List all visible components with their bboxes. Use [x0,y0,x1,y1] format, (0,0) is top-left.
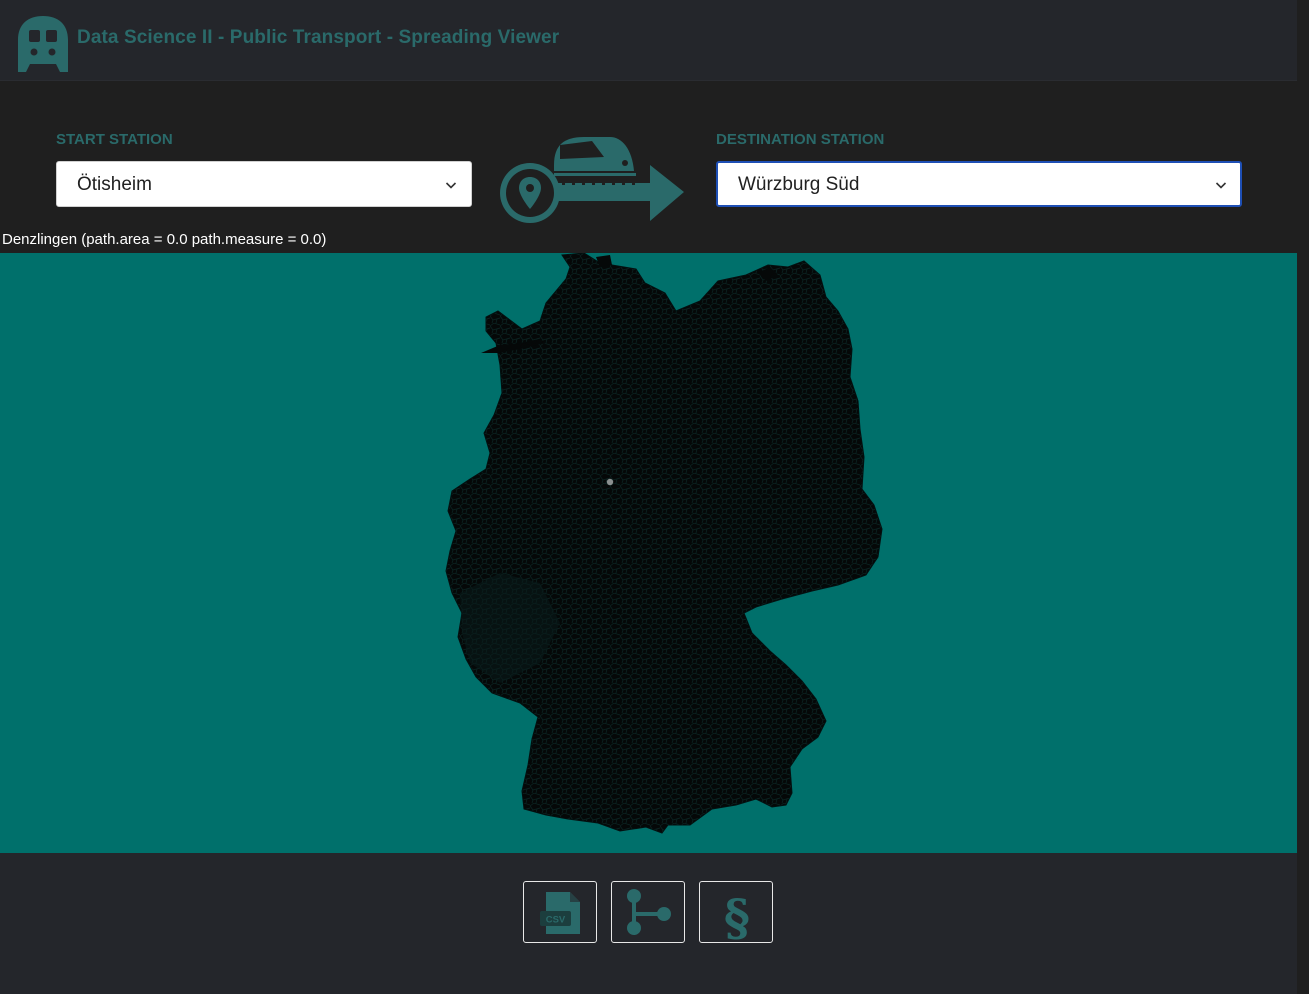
footer-toolbar: CSV § [0,853,1297,994]
destination-station-select[interactable]: Würzburg Süd [716,161,1242,207]
csv-export-button[interactable]: CSV [523,881,597,943]
csv-file-icon: CSV [540,892,580,934]
app-window: Data Science II - Public Transport - Spr… [0,0,1309,994]
app-header: Data Science II - Public Transport - Spr… [0,0,1297,81]
start-station-label: START STATION [56,131,173,148]
destination-station-label: DESTINATION STATION [716,131,885,148]
app-title: Data Science II - Public Transport - Spr… [77,27,560,48]
start-station-value: Ötisheim [77,174,152,195]
csv-text: CSV [546,915,566,926]
page-scrollbar[interactable] [1297,0,1309,994]
legal-button[interactable]: § [699,881,773,944]
section-sign-text: § [724,888,750,944]
train-icon [18,16,68,72]
start-station-select[interactable]: Ötisheim [56,161,472,207]
graph-button[interactable] [611,881,685,943]
map-view[interactable] [0,253,1309,853]
hover-status-text: Denzlingen (path.area = 0.0 path.measure… [2,231,327,248]
chevron-down-icon [1215,182,1227,189]
chevron-down-icon [445,182,457,189]
selected-location-marker [606,478,614,486]
section-sign-icon: § [724,888,750,944]
destination-station-value: Würzburg Süd [738,174,860,195]
graph-branch-icon [627,889,671,935]
germany-map[interactable] [0,253,1309,853]
germany-region[interactable] [445,253,883,834]
train-route-icon [500,137,684,223]
